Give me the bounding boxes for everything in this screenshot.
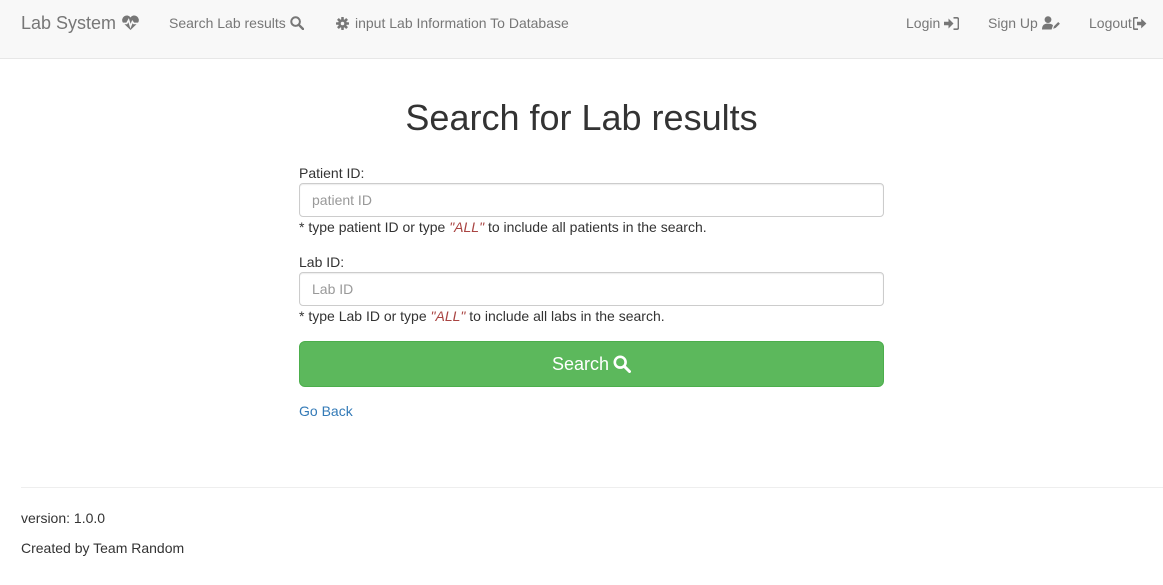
- user-edit-icon: [1041, 16, 1060, 30]
- go-back-link[interactable]: Go Back: [299, 403, 353, 419]
- heartbeat-icon: [121, 15, 140, 31]
- search-icon: [613, 355, 632, 373]
- search-icon: [290, 16, 304, 30]
- version-text: version: 1.0.0: [21, 510, 106, 526]
- nav-login-label: Login: [906, 15, 941, 31]
- lab-id-input[interactable]: [299, 272, 884, 306]
- footer-divider: [21, 487, 1163, 488]
- search-button-label: Search: [551, 353, 610, 374]
- patient-id-label: Patient ID:: [299, 165, 365, 181]
- search-button[interactable]: Search: [299, 341, 884, 387]
- navbar: Lab System Search Lab results input Lab …: [0, 0, 1163, 59]
- nav-input-lab-information[interactable]: input Lab Information To Database: [336, 0, 569, 46]
- nav-search-lab-results[interactable]: Search Lab results: [169, 0, 304, 46]
- sign-in-icon: [944, 16, 960, 30]
- lab-id-label: Lab ID:: [299, 254, 345, 270]
- patient-id-hint: * type patient ID or type "ALL" to inclu…: [299, 219, 707, 235]
- nav-logout[interactable]: Logout: [1089, 0, 1147, 46]
- brand-link[interactable]: Lab System: [21, 0, 140, 46]
- nav-logout-label: Logout: [1089, 15, 1132, 31]
- credit-text: Created by Team Random: [21, 540, 185, 556]
- nav-search-label: Search Lab results: [169, 15, 286, 31]
- nav-input-label: input Lab Information To Database: [355, 15, 569, 31]
- nav-signup-label: Sign Up: [988, 15, 1038, 31]
- page-title: Search for Lab results: [405, 97, 758, 138]
- gear-icon: [336, 16, 349, 30]
- brand-label: Lab System: [21, 12, 117, 33]
- patient-id-input[interactable]: [299, 183, 884, 217]
- nav-login[interactable]: Login: [906, 0, 960, 46]
- all-keyword: "ALL": [430, 308, 466, 324]
- all-keyword: "ALL": [449, 219, 485, 235]
- sign-out-icon: [1132, 16, 1147, 30]
- nav-sign-up[interactable]: Sign Up: [988, 0, 1060, 46]
- lab-id-hint: * type Lab ID or type "ALL" to include a…: [299, 308, 665, 324]
